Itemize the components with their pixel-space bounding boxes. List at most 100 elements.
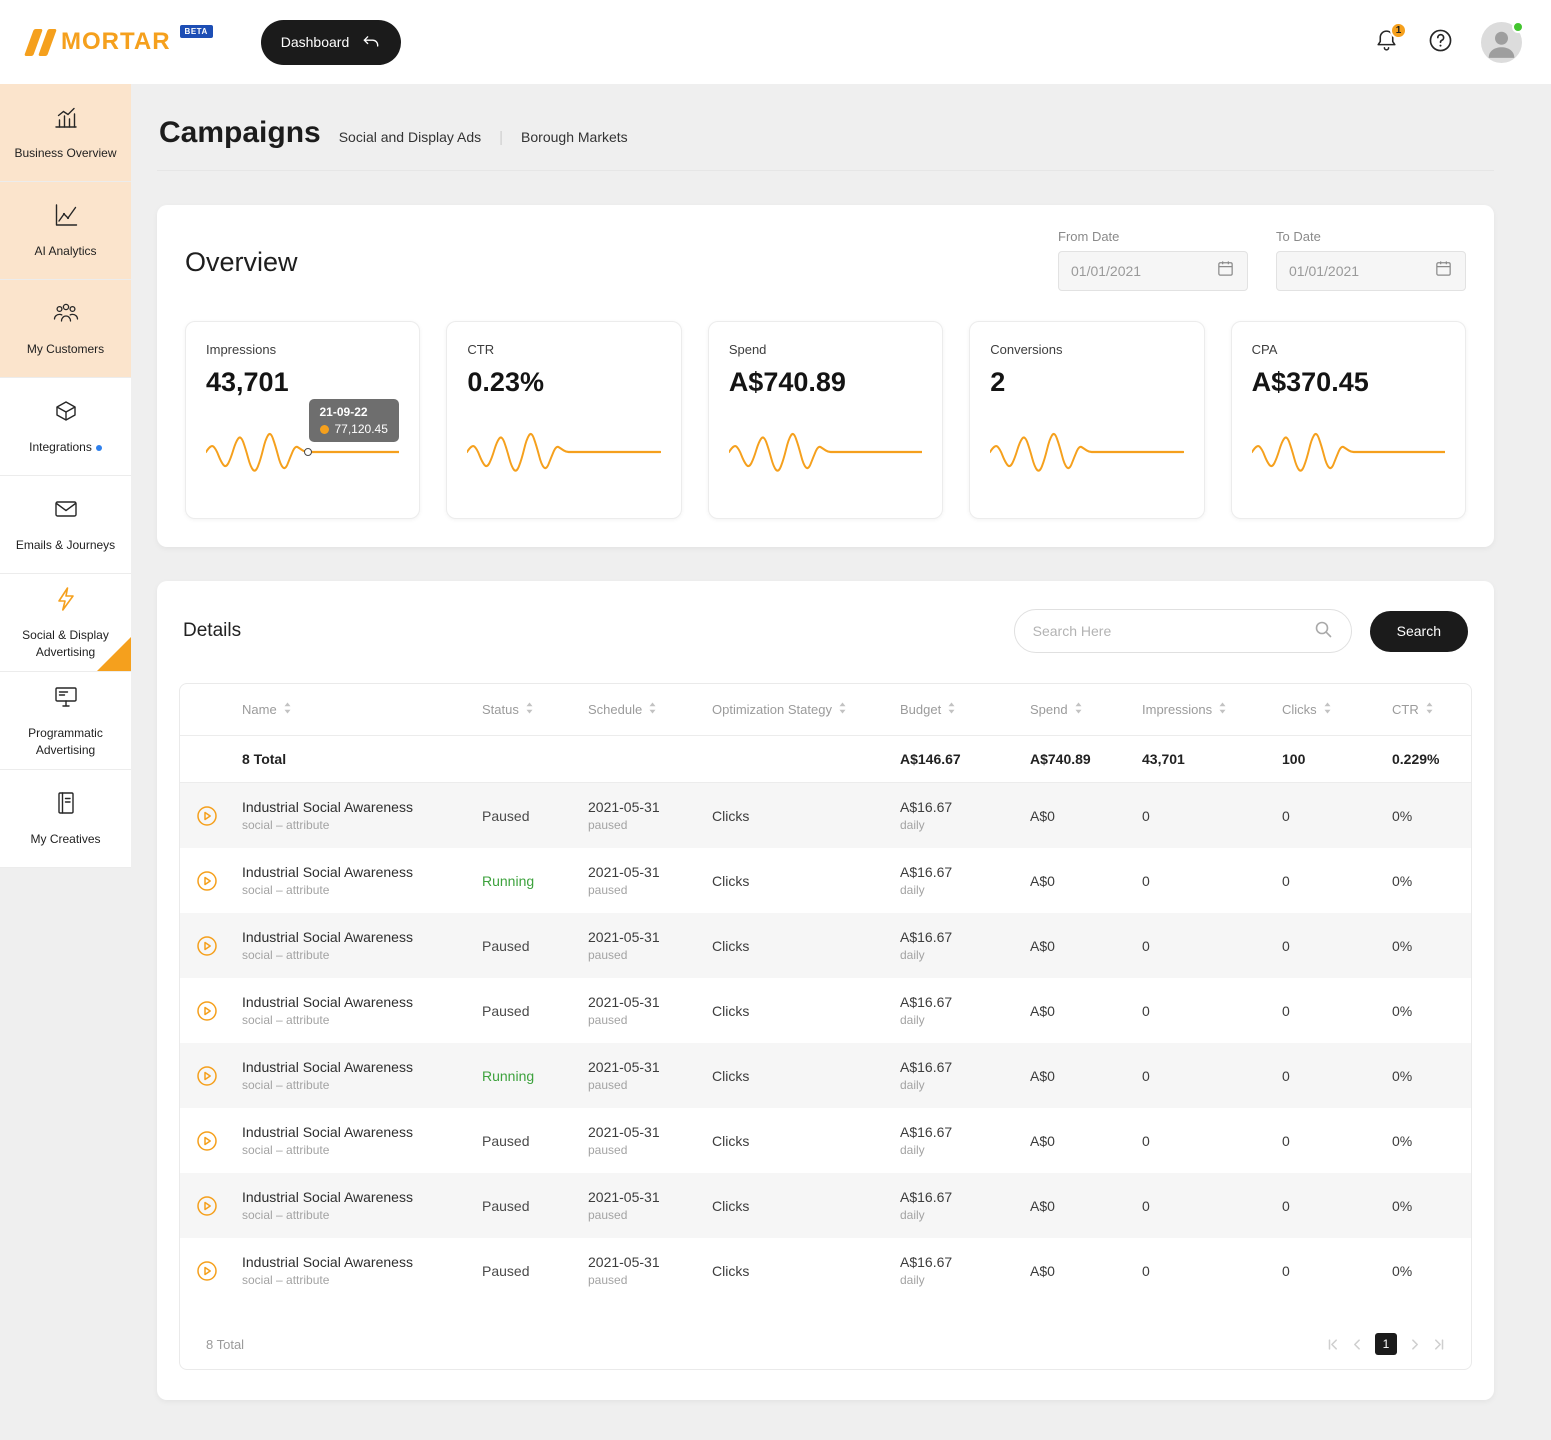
sidebar-item-business-overview[interactable]: Business Overview xyxy=(0,84,131,182)
from-date-input[interactable] xyxy=(1058,251,1248,291)
campaign-play-icon[interactable] xyxy=(195,934,219,958)
search-button[interactable]: Search xyxy=(1369,610,1468,652)
campaign-play-icon[interactable] xyxy=(195,869,219,893)
campaign-clicks: 0 xyxy=(1282,1132,1290,1149)
campaign-spend: A$0 xyxy=(1030,1002,1055,1019)
column-header-schedule[interactable]: Schedule xyxy=(588,702,712,717)
totals-impressions: 43,701 xyxy=(1142,751,1185,767)
table-row[interactable]: Industrial Social Awareness social – attr… xyxy=(180,848,1471,913)
campaign-play-icon[interactable] xyxy=(195,1194,219,1218)
campaign-impressions: 0 xyxy=(1142,937,1150,954)
sidebar-item-emails-journeys[interactable]: Emails & Journeys xyxy=(0,476,131,574)
notebook-icon xyxy=(52,789,80,822)
sort-icon[interactable] xyxy=(526,702,533,717)
next-page-button[interactable] xyxy=(1408,1338,1421,1351)
calendar-icon xyxy=(1434,259,1453,283)
campaign-strategy: Clicks xyxy=(712,807,750,824)
campaign-subtitle: social – attribute xyxy=(242,948,330,962)
campaign-play-icon[interactable] xyxy=(195,1259,219,1283)
dashboard-button[interactable]: Dashboard xyxy=(260,19,402,65)
sidebar-item-my-creatives[interactable]: My Creatives xyxy=(0,770,131,868)
sidebar-item-integrations[interactable]: Integrations xyxy=(0,378,131,476)
table-row[interactable]: Industrial Social Awareness social – attr… xyxy=(180,978,1471,1043)
campaign-status: Running xyxy=(482,1067,535,1084)
totals-spend: A$740.89 xyxy=(1030,751,1091,767)
from-date-field: From Date xyxy=(1058,229,1248,291)
sidebar-item-programmatic-advertising[interactable]: Programmatic Advertising xyxy=(0,672,131,770)
page-header: Campaigns Social and Display Ads | Borou… xyxy=(157,108,1494,171)
campaign-ctr: 0% xyxy=(1392,1002,1413,1019)
search-box[interactable] xyxy=(1013,609,1352,653)
campaign-play-icon[interactable] xyxy=(195,999,219,1023)
campaign-strategy: Clicks xyxy=(712,1197,750,1214)
metric-value: A$740.89 xyxy=(728,367,846,397)
table-row[interactable]: Industrial Social Awareness social – attr… xyxy=(180,913,1471,978)
column-header-spend[interactable]: Spend xyxy=(1030,702,1142,717)
sort-icon[interactable] xyxy=(284,702,291,717)
table-row[interactable]: Industrial Social Awareness social – attr… xyxy=(180,1173,1471,1238)
sidebar: Business Overview AI Analytics My Customer… xyxy=(0,84,131,868)
overview-card: Overview From Date To Date xyxy=(157,205,1494,547)
totals-count: 8 Total xyxy=(242,751,287,767)
column-header-ctr[interactable]: CTR xyxy=(1392,702,1471,717)
campaign-play-icon[interactable] xyxy=(195,804,219,828)
notifications-button[interactable]: 1 xyxy=(1373,22,1407,57)
prev-page-button[interactable] xyxy=(1351,1338,1364,1351)
campaign-budget-note: daily xyxy=(900,818,925,832)
campaign-subtitle: social – attribute xyxy=(242,1143,330,1157)
column-header-optimization-stategy[interactable]: Optimization Stategy xyxy=(712,702,900,717)
from-date-value[interactable] xyxy=(1071,263,1216,279)
sort-icon[interactable] xyxy=(649,702,656,717)
column-header-budget[interactable]: Budget xyxy=(900,702,1030,717)
metric-card-spend: Spend A$740.89 xyxy=(707,321,944,519)
sort-icon[interactable] xyxy=(948,702,955,717)
sort-icon[interactable] xyxy=(1075,702,1082,717)
sidebar-item-social-display-advertising[interactable]: Social & Display Advertising xyxy=(0,574,131,672)
user-avatar[interactable] xyxy=(1481,20,1524,63)
campaign-status: Paused xyxy=(482,1132,530,1149)
column-header-impressions[interactable]: Impressions xyxy=(1142,702,1282,717)
search-input[interactable] xyxy=(1032,623,1313,639)
totals-ctr: 0.229% xyxy=(1392,751,1440,767)
table-row[interactable]: Industrial Social Awareness social – attr… xyxy=(180,1108,1471,1173)
metric-value: 43,701 xyxy=(206,367,289,397)
first-page-button[interactable] xyxy=(1327,1338,1340,1351)
brand-logo[interactable]: MORTAR BETA xyxy=(24,24,213,56)
table-row[interactable]: Industrial Social Awareness social – attr… xyxy=(180,1043,1471,1108)
totals-clicks: 100 xyxy=(1282,751,1306,767)
to-date-input[interactable] xyxy=(1276,251,1466,291)
campaign-schedule-note: paused xyxy=(588,883,628,897)
campaign-budget: A$16.67 xyxy=(900,1059,953,1075)
campaign-schedule-note: paused xyxy=(588,1013,628,1027)
campaign-play-icon[interactable] xyxy=(195,1064,219,1088)
to-date-value[interactable] xyxy=(1289,263,1434,279)
sidebar-item-my-customers[interactable]: My Customers xyxy=(0,280,131,378)
sort-icon[interactable] xyxy=(1426,702,1433,717)
campaign-play-icon[interactable] xyxy=(195,1129,219,1153)
column-header-name[interactable]: Name xyxy=(242,702,482,717)
breadcrumb-item[interactable]: Borough Markets xyxy=(521,129,628,145)
campaign-strategy: Clicks xyxy=(712,1002,750,1019)
campaign-name: Industrial Social Awareness xyxy=(242,929,413,945)
metric-label: CPA xyxy=(1251,342,1278,357)
campaign-schedule: 2021-05-31 xyxy=(588,994,660,1010)
metric-cards: Impressions 43,701 21-09-22 77,120.45 CTR 0.2… xyxy=(185,321,1467,519)
campaign-schedule: 2021-05-31 xyxy=(588,929,660,945)
column-header-status[interactable]: Status xyxy=(482,702,588,717)
sidebar-item-ai-analytics[interactable]: AI Analytics xyxy=(0,182,131,280)
current-page-button[interactable]: 1 xyxy=(1375,1333,1397,1355)
sort-icon[interactable] xyxy=(839,702,846,717)
last-page-button[interactable] xyxy=(1432,1338,1445,1351)
metric-card-impressions: Impressions 43,701 21-09-22 77,120.45 xyxy=(185,321,421,519)
bar-chart-icon xyxy=(52,103,80,136)
column-header-clicks[interactable]: Clicks xyxy=(1282,702,1392,717)
campaign-subtitle: social – attribute xyxy=(242,1273,330,1287)
campaign-impressions: 0 xyxy=(1142,1197,1150,1214)
help-button[interactable] xyxy=(1426,26,1455,58)
campaign-status: Paused xyxy=(482,937,530,954)
sort-icon[interactable] xyxy=(1324,702,1331,717)
breadcrumb-item[interactable]: Social and Display Ads xyxy=(339,129,481,145)
table-row[interactable]: Industrial Social Awareness social – attr… xyxy=(180,783,1471,848)
sort-icon[interactable] xyxy=(1219,702,1226,717)
table-row[interactable]: Industrial Social Awareness social – attr… xyxy=(180,1238,1471,1303)
